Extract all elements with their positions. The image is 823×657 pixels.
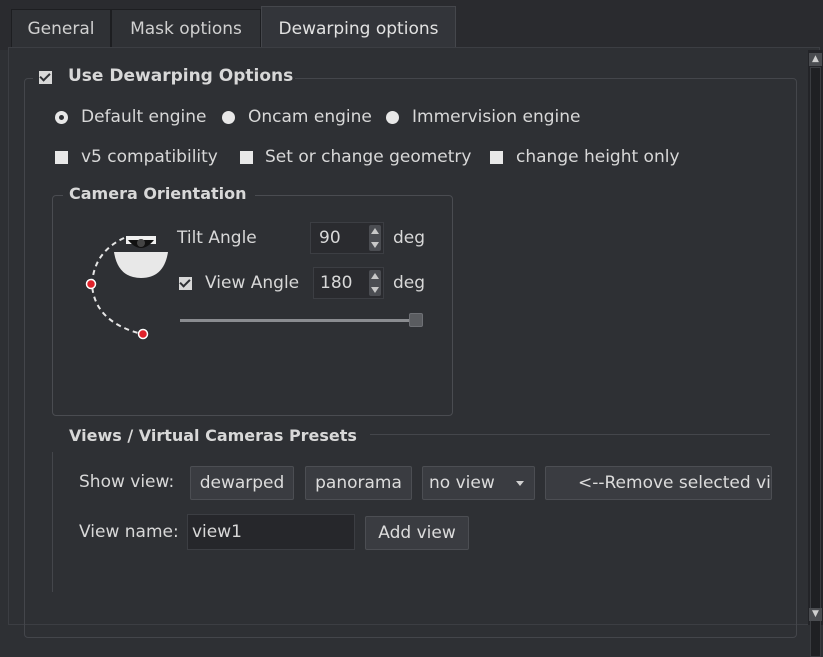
view-unit-label: deg [393,273,426,293]
change-height-checkbox[interactable] [490,151,503,164]
immervision-engine-radio[interactable] [386,111,399,124]
add-view-button[interactable]: Add view [365,516,469,550]
view-name-label: View name: [79,522,179,542]
scroll-down-icon[interactable]: ▼ [809,608,822,621]
view-angle-label[interactable]: View Angle [205,273,299,293]
tilt-unit-label: deg [393,228,426,248]
set-geometry-label[interactable]: Set or change geometry [265,147,471,167]
use-dewarping-label[interactable]: Use Dewarping Options [68,66,293,86]
tilt-angle-spinbox[interactable]: 90 [310,222,384,254]
tilt-angle-label: Tilt Angle [177,228,257,248]
remove-view-button[interactable]: <--Remove selected vi [545,466,772,500]
tab-bar: General Mask options Dewarping options [0,0,823,50]
views-title-separator [370,434,770,435]
view-select-dropdown[interactable]: no view [422,466,535,500]
v5-compatibility-label[interactable]: v5 compatibility [81,147,218,167]
view-name-input[interactable]: view1 [187,514,355,550]
vertical-scrollbar[interactable]: ▲ ▼ [808,50,823,657]
view-select-value[interactable]: no view [429,473,495,493]
tab-dewarping-options[interactable]: Dewarping options [261,6,456,50]
view-angle-checkbox[interactable] [179,277,192,290]
views-group-left-border [52,452,53,592]
dropdown-chevron-down-icon [516,481,524,486]
v5-compatibility-checkbox[interactable] [55,151,68,164]
view-angle-value[interactable]: 180 [320,268,352,298]
set-geometry-checkbox[interactable] [240,151,253,164]
tilt-spin-arrows-icon[interactable] [369,225,381,251]
oncam-engine-radio[interactable] [222,111,235,124]
default-engine-radio[interactable] [55,111,68,124]
immervision-engine-label[interactable]: Immervision engine [412,107,581,127]
oncam-engine-label[interactable]: Oncam engine [248,107,372,127]
views-presets-title: Views / Virtual Cameras Presets [69,426,357,445]
tilt-angle-value[interactable]: 90 [319,223,341,253]
view-angle-slider-handle[interactable] [409,313,423,327]
view-angle-slider-track[interactable] [180,319,410,322]
default-engine-label[interactable]: Default engine [81,107,207,127]
camera-orientation-title: Camera Orientation [69,184,247,203]
change-height-label[interactable]: change height only [516,147,680,167]
camera-dome-icon [85,236,168,340]
scroll-up-icon[interactable]: ▲ [809,53,822,66]
dewarped-button[interactable]: dewarped [190,466,294,500]
tab-mask-options[interactable]: Mask options [111,9,261,47]
view-spin-arrows-icon[interactable] [369,270,381,296]
scroll-track[interactable] [810,67,821,657]
view-name-value[interactable]: view1 [192,522,242,542]
panorama-button[interactable]: panorama [305,466,412,500]
tab-general[interactable]: General [11,9,111,47]
show-view-label: Show view: [79,472,175,492]
use-dewarping-checkbox[interactable] [39,71,52,84]
view-angle-spinbox[interactable]: 180 [313,267,384,299]
